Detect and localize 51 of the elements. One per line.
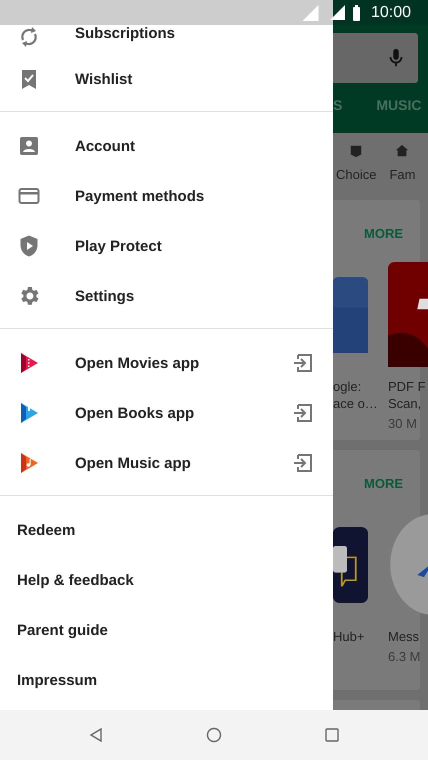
drawer-item[interactable]: Settings [0, 271, 333, 321]
app-title: PDF F [388, 378, 426, 395]
drawer-item[interactable]: Payment methods [0, 171, 333, 221]
wifi-icon [302, 4, 319, 20]
drawer-item[interactable]: Help & feedback [0, 555, 333, 605]
tab-label: MUSIC [376, 97, 422, 113]
item-label: Help & feedback [17, 572, 135, 588]
chip-label: Choice [336, 167, 376, 182]
app-size: 6.3 M [388, 648, 421, 665]
item-label: Open Music app [75, 454, 192, 472]
item-label: Impressum [17, 672, 98, 688]
item-label: Parent guide [17, 622, 109, 638]
open-external-icon [291, 401, 315, 425]
house-icon [395, 144, 410, 158]
item-label: Account [75, 138, 136, 154]
account-icon [17, 134, 41, 158]
drawer-item[interactable]: Redeem [0, 505, 333, 555]
app-title: ace o… [333, 395, 378, 412]
drawer-item[interactable]: Parent guide [0, 605, 333, 655]
item-label: Redeem [17, 522, 76, 538]
back-icon[interactable] [88, 727, 104, 743]
app-title: Hub+ [333, 628, 364, 645]
item-label: Subscriptions [75, 25, 176, 42]
drawer-item[interactable]: Open Movies app [0, 338, 333, 388]
clock-time: 10:00 [370, 4, 411, 22]
drawer-item[interactable]: Open Books app [0, 388, 333, 438]
drawer-item[interactable]: Play Protect [0, 221, 333, 271]
home-icon[interactable] [206, 727, 222, 743]
drawer-item[interactable]: Subscriptions [0, 25, 333, 54]
open-external-icon [291, 351, 315, 375]
drawer-item[interactable]: Impressum [0, 655, 333, 705]
open-external-icon [291, 451, 315, 475]
item-label: Wishlist [75, 70, 134, 88]
signal-icon [330, 5, 345, 20]
drawer-item[interactable]: Wishlist [0, 54, 333, 104]
item-label: Play Protect [75, 238, 163, 254]
app-title: Scan, [388, 395, 422, 412]
tab-label: S [333, 97, 342, 113]
app-title: ogle: [333, 378, 362, 395]
item-label: Open Books app [75, 404, 196, 422]
app-title: Mess [388, 628, 420, 645]
recents-icon[interactable] [324, 727, 340, 743]
battery-icon [352, 4, 360, 20]
app-size: 30 M [388, 415, 417, 432]
item-label: Settings [75, 288, 136, 304]
chip-label: Fam [389, 167, 416, 182]
item-label: Payment methods [75, 188, 206, 204]
item-label: Open Movies app [75, 354, 200, 372]
drawer-item[interactable]: Account [0, 121, 333, 171]
drawer-item[interactable]: Open Music app [0, 438, 333, 488]
badge-icon [349, 144, 364, 158]
